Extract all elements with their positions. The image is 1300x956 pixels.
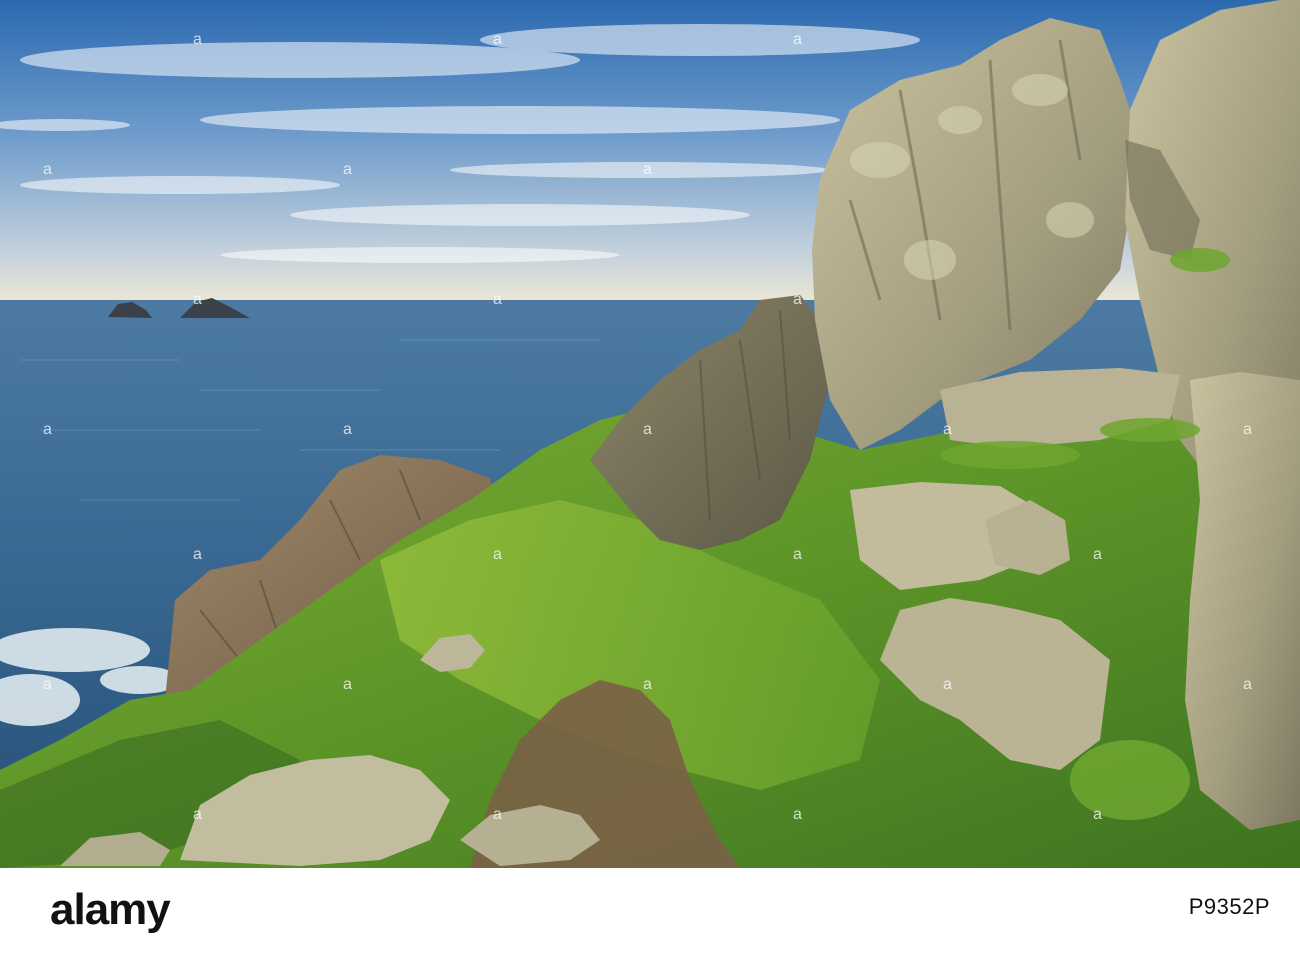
alamy-logo-text: alamy — [50, 886, 171, 934]
alamy-logo: alamy — [50, 886, 210, 936]
landscape-photo: a a a a a a a a a a a a a a a a a a a a … — [0, 0, 1300, 868]
photo-canvas — [0, 0, 1300, 868]
alamy-logo-mark: alamy — [50, 886, 172, 934]
image-id-label: P9352P — [1188, 894, 1270, 919]
lower-right-boulder — [1185, 372, 1300, 830]
stock-footer-bar: alamy P9352P — [0, 868, 1300, 956]
